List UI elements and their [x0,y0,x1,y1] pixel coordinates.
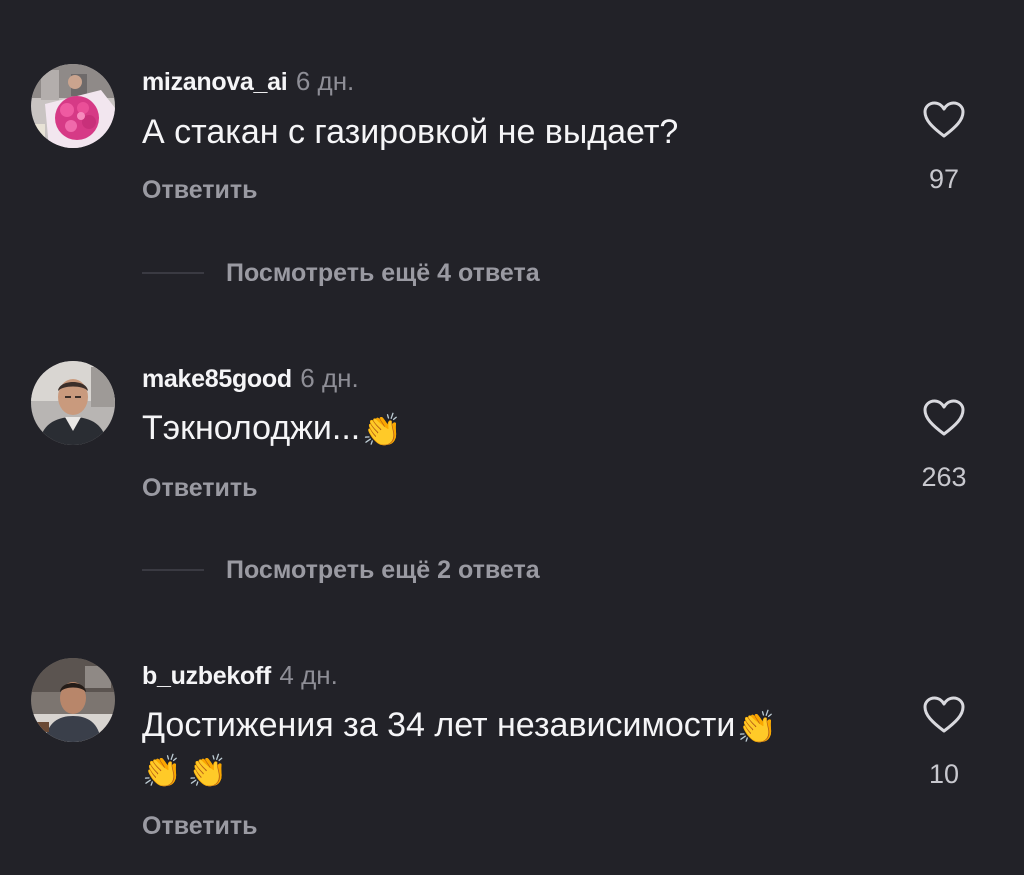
username[interactable]: b_uzbekoff [142,662,271,690]
reply-button[interactable]: Ответить [142,814,258,839]
comment-text-line-2: 👏👏 [142,747,234,793]
avatar[interactable] [31,658,115,742]
comment-item: b_uzbekoff 4 дн. Достижения за 34 лет не… [0,0,1024,875]
like-control: 10 [904,695,984,788]
clapping-hands-icon: 👏 [737,709,778,745]
clapping-hands-icon: 👏👏 [142,753,234,789]
comment-text: Достижения за 34 лет независимости👏 [142,703,777,749]
comment-header: b_uzbekoff 4 дн. [142,662,338,689]
like-count: 10 [928,759,960,789]
timestamp: 4 дн. [279,660,338,690]
heart-outline-icon[interactable] [922,695,966,735]
comment-text-content: Достижения за 34 лет независимости [142,706,736,744]
